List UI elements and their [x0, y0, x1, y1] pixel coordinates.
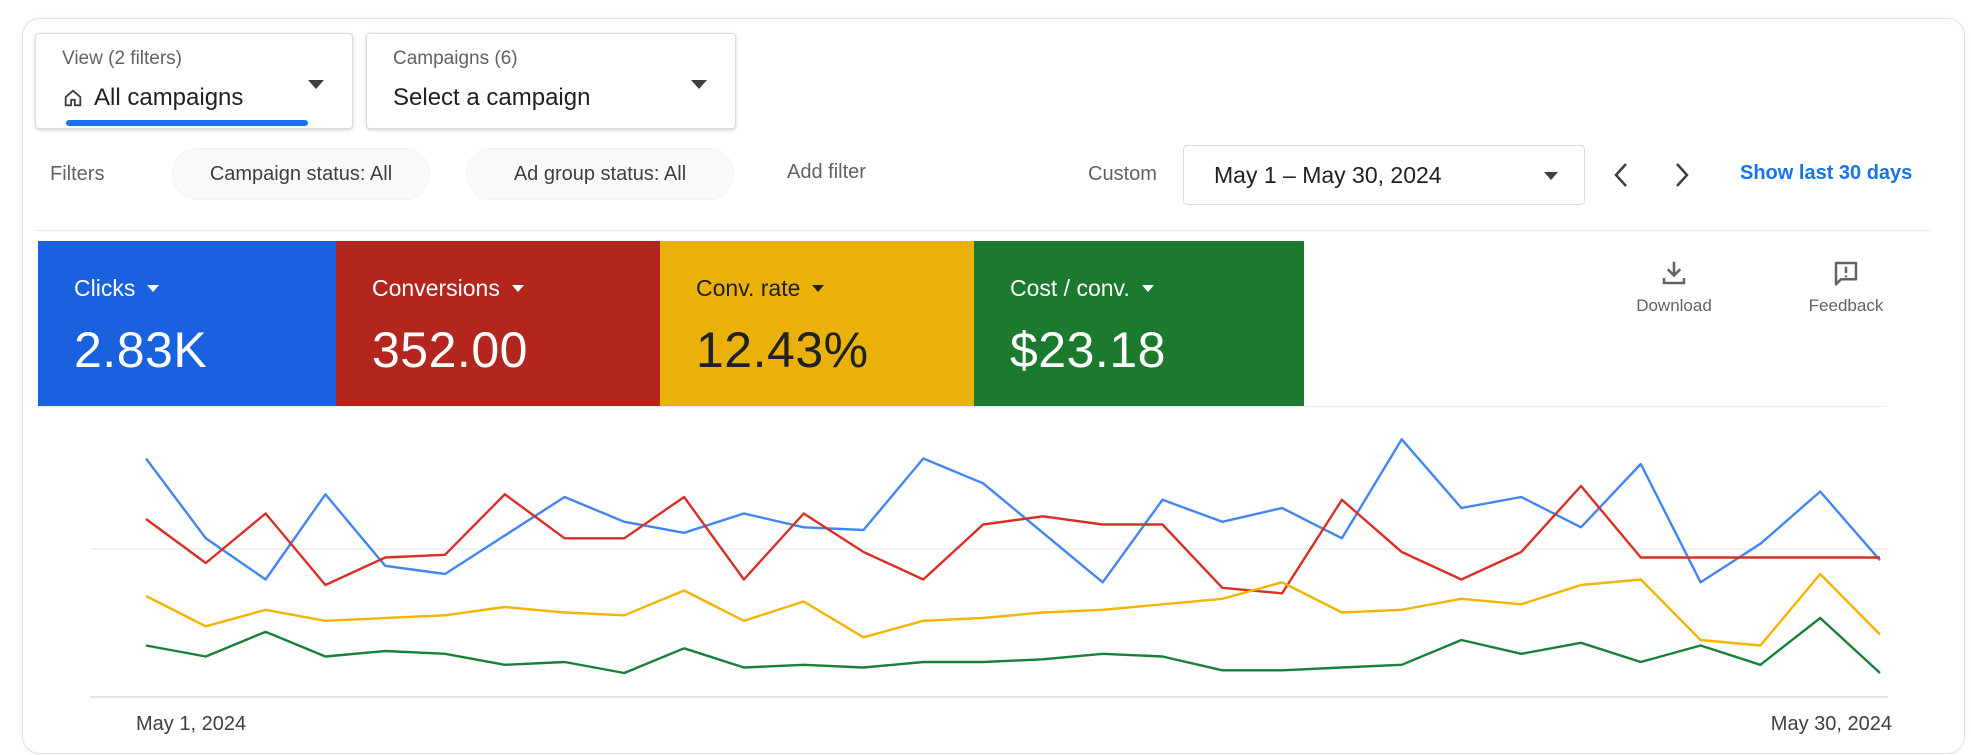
date-range-value: May 1 – May 30, 2024: [1214, 162, 1442, 188]
previous-period-button[interactable]: [1606, 158, 1636, 192]
home-icon: [62, 87, 84, 109]
campaign-label: Select a campaign: [393, 84, 591, 111]
view-main: All campaigns: [62, 84, 243, 112]
ad-group-status-filter-chip[interactable]: Ad group status: All: [466, 148, 734, 200]
chart-top-border: [38, 406, 1886, 407]
custom-label: Custom: [1088, 163, 1157, 185]
metric-value: 2.83K: [74, 322, 208, 378]
campaign-status-filter-chip[interactable]: Campaign status: All: [172, 148, 430, 200]
feedback-button[interactable]: Feedback: [1796, 258, 1896, 316]
metric-label: Conversions: [372, 275, 500, 301]
filters-label: Filters: [50, 163, 105, 185]
caret-down-icon: [147, 285, 160, 292]
metric-label-row: Cost / conv.: [1010, 275, 1154, 302]
feedback-icon: [1834, 261, 1858, 286]
chevron-down-icon: [1544, 172, 1558, 180]
metric-label-row: Clicks: [74, 275, 160, 302]
metric-label-row: Conversions: [372, 275, 524, 302]
chevron-right-icon: [1676, 163, 1689, 187]
metric-card-clicks[interactable]: Clicks 2.83K: [38, 241, 336, 406]
metric-value: 352.00: [372, 322, 528, 378]
view-filter-count: View (2 filters): [62, 48, 183, 69]
metric-label-row: Conv. rate: [696, 275, 825, 302]
metric-card-conv-rate[interactable]: Conv. rate 12.43%: [660, 241, 974, 406]
metric-card-conversions[interactable]: Conversions 352.00: [336, 241, 660, 406]
metric-label: Cost / conv.: [1010, 275, 1130, 301]
divider: [36, 230, 1931, 231]
campaign-selector[interactable]: Campaigns (6) Select a campaign: [366, 33, 736, 129]
chevron-down-icon: [691, 80, 707, 89]
metric-card-cost-per-conv[interactable]: Cost / conv. $23.18: [974, 241, 1304, 406]
caret-down-icon: [511, 285, 524, 292]
metric-label: Conv. rate: [696, 275, 801, 301]
metric-value: 12.43%: [696, 322, 869, 378]
chevron-down-icon: [308, 80, 324, 89]
download-button[interactable]: Download: [1624, 258, 1724, 316]
caret-down-icon: [812, 285, 825, 292]
add-filter-button[interactable]: Add filter: [787, 161, 866, 184]
view-selector[interactable]: View (2 filters) All campaigns: [35, 33, 353, 129]
show-last-30-days-link[interactable]: Show last 30 days: [1740, 162, 1912, 185]
next-period-button[interactable]: [1667, 158, 1697, 192]
chevron-left-icon: [1614, 163, 1627, 187]
x-axis-tick-start: May 1, 2024: [136, 713, 247, 735]
view-label: All campaigns: [94, 84, 244, 111]
feedback-label: Feedback: [1808, 296, 1884, 315]
campaign-count: Campaigns (6): [393, 48, 518, 69]
caret-down-icon: [1141, 285, 1154, 292]
date-range-select[interactable]: May 1 – May 30, 2024: [1183, 145, 1585, 205]
active-underline: [66, 120, 308, 126]
metric-value: $23.18: [1010, 322, 1166, 378]
x-axis-tick-end: May 30, 2024: [1770, 713, 1892, 735]
download-label: Download: [1636, 296, 1712, 315]
metric-label: Clicks: [74, 275, 136, 301]
download-icon: [1662, 261, 1686, 285]
